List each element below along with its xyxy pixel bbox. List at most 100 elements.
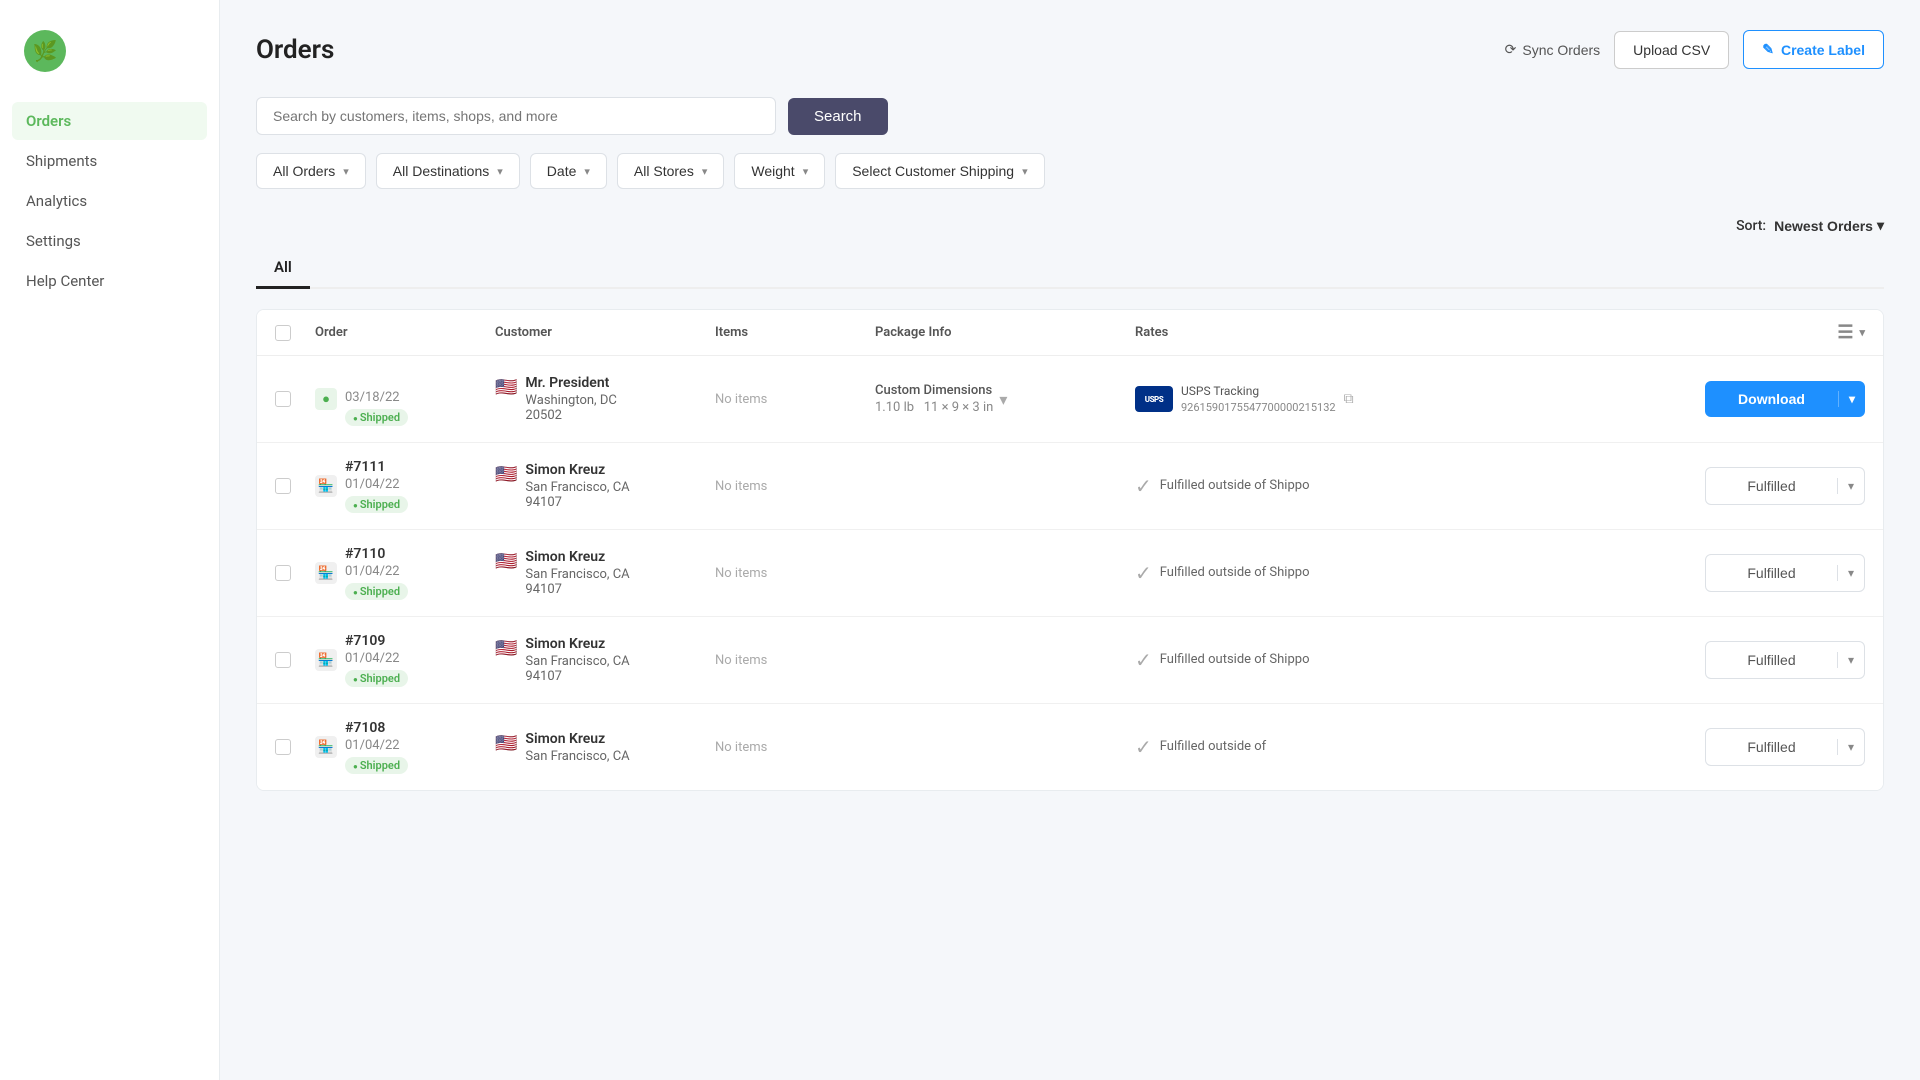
fulfilled-button[interactable]: Fulfilled ▾ xyxy=(1705,641,1865,679)
customer-address: Washington, DC 20502 xyxy=(525,393,616,423)
download-button[interactable]: Download ▾ xyxy=(1705,381,1865,417)
fulfilled-outside-icon: ✓ xyxy=(1135,648,1152,672)
store-icon: 🏪 xyxy=(315,649,337,671)
customer-name: Mr. President xyxy=(525,375,616,391)
row-checkbox[interactable] xyxy=(275,391,315,407)
order-date: 01/04/22 xyxy=(345,738,408,753)
chevron-down-icon: ▾ xyxy=(497,165,503,178)
all-stores-filter[interactable]: All Stores ▾ xyxy=(617,153,724,189)
rates-cell: ✓ Fulfilled outside of Shippo xyxy=(1135,648,1645,672)
sidebar-item-analytics[interactable]: Analytics xyxy=(12,182,207,220)
search-input[interactable] xyxy=(256,97,776,135)
table-header-row: Order Customer Items Package Info Rates … xyxy=(257,310,1883,356)
chevron-down-icon: ▾ xyxy=(1022,165,1028,178)
chevron-down-icon: ▾ xyxy=(1837,478,1864,494)
row-checkbox[interactable] xyxy=(275,652,315,668)
chevron-down-icon: ▾ xyxy=(584,165,590,178)
flag-icon: 🇺🇸 xyxy=(495,638,517,659)
expand-icon[interactable]: ▾ xyxy=(999,390,1007,409)
table-row: 🏪 #7111 01/04/22 Shipped 🇺🇸 Simon Kreuz … xyxy=(257,443,1883,530)
sidebar: 🌿 Orders Shipments Analytics Settings He… xyxy=(0,0,220,1080)
customer-cell: 🇺🇸 Simon Kreuz San Francisco, CA 94107 xyxy=(495,549,715,597)
sidebar-item-shipments[interactable]: Shipments xyxy=(12,142,207,180)
order-number: #7110 xyxy=(345,546,408,562)
columns-menu-icon[interactable]: ☰ xyxy=(1837,322,1853,343)
sidebar-nav: Orders Shipments Analytics Settings Help… xyxy=(0,102,219,300)
customer-address: San Francisco, CA 94107 xyxy=(525,654,629,684)
fulfilled-outside-icon: ✓ xyxy=(1135,474,1152,498)
order-cell: 🏪 #7108 01/04/22 Shipped xyxy=(315,720,495,774)
main-content: Orders ⟳ Sync Orders Upload CSV ✎ Create… xyxy=(220,0,1920,1080)
all-destinations-filter[interactable]: All Destinations ▾ xyxy=(376,153,520,189)
chevron-down-icon: ▾ xyxy=(1859,326,1865,339)
rates-cell: ✓ Fulfilled outside of Shippo xyxy=(1135,474,1645,498)
store-icon: 🏪 xyxy=(315,475,337,497)
filter-bar: All Orders ▾ All Destinations ▾ Date ▾ A… xyxy=(256,153,1884,189)
items-cell: No items xyxy=(715,479,875,494)
order-cell: 🏪 #7111 01/04/22 Shipped xyxy=(315,459,495,513)
search-bar: Search xyxy=(256,97,1884,135)
customer-shipping-filter[interactable]: Select Customer Shipping ▾ xyxy=(835,153,1044,189)
row-checkbox[interactable] xyxy=(275,478,315,494)
order-col-header: Order xyxy=(315,325,495,340)
order-date: 03/18/22 xyxy=(345,390,408,405)
chevron-down-icon: ▾ xyxy=(1877,217,1884,234)
fulfilled-text: Fulfilled outside of Shippo xyxy=(1160,651,1310,669)
package-info-col-header: Package Info xyxy=(875,325,1135,340)
fulfilled-button[interactable]: Fulfilled ▾ xyxy=(1705,728,1865,766)
status-badge: Shipped xyxy=(345,670,408,687)
status-badge: Shipped xyxy=(345,583,408,600)
copy-icon[interactable]: ⧉ xyxy=(1344,391,1354,407)
customer-cell: 🇺🇸 Mr. President Washington, DC 20502 xyxy=(495,375,715,423)
table-actions-header: ☰ ▾ xyxy=(1645,322,1865,343)
status-badge: Shipped xyxy=(345,496,408,513)
customer-name: Simon Kreuz xyxy=(525,462,629,478)
row-checkbox[interactable] xyxy=(275,565,315,581)
order-cell: 🏪 #7109 01/04/22 Shipped xyxy=(315,633,495,687)
row-checkbox[interactable] xyxy=(275,739,315,755)
sidebar-item-settings[interactable]: Settings xyxy=(12,222,207,260)
status-badge: Shipped xyxy=(345,409,408,426)
create-label-icon: ✎ xyxy=(1762,41,1774,58)
order-cell: ● 03/18/22 Shipped xyxy=(315,372,495,426)
order-date: 01/04/22 xyxy=(345,477,408,492)
items-cell: No items xyxy=(715,566,875,581)
order-cell: 🏪 #7110 01/04/22 Shipped xyxy=(315,546,495,600)
date-filter[interactable]: Date ▾ xyxy=(530,153,607,189)
items-cell: No items xyxy=(715,653,875,668)
chevron-down-icon: ▾ xyxy=(803,165,809,178)
sidebar-item-orders[interactable]: Orders xyxy=(12,102,207,140)
order-number: #7108 xyxy=(345,720,408,736)
upload-csv-button[interactable]: Upload CSV xyxy=(1614,31,1729,69)
search-button[interactable]: Search xyxy=(788,98,888,135)
package-cell: Custom Dimensions 1.10 lb 11 × 9 × 3 in … xyxy=(875,383,1135,415)
customer-address: San Francisco, CA 94107 xyxy=(525,480,629,510)
flag-icon: 🇺🇸 xyxy=(495,464,517,485)
create-label-button[interactable]: ✎ Create Label xyxy=(1743,30,1884,69)
table-row: 🏪 #7109 01/04/22 Shipped 🇺🇸 Simon Kreuz … xyxy=(257,617,1883,704)
sort-select[interactable]: Newest Orders ▾ xyxy=(1774,217,1884,234)
rates-cell: USPS USPS Tracking 926159017554770000021… xyxy=(1135,383,1645,415)
flag-icon: 🇺🇸 xyxy=(495,733,517,754)
customer-col-header: Customer xyxy=(495,325,715,340)
status-badge: Shipped xyxy=(345,757,408,774)
tab-all[interactable]: All xyxy=(256,248,310,289)
sync-orders-button[interactable]: ⟳ Sync Orders xyxy=(1505,41,1601,58)
flag-icon: 🇺🇸 xyxy=(495,377,517,398)
tabs: All xyxy=(256,248,1884,289)
sidebar-item-help-center[interactable]: Help Center xyxy=(12,262,207,300)
fulfilled-button[interactable]: Fulfilled ▾ xyxy=(1705,467,1865,505)
header-actions: ⟳ Sync Orders Upload CSV ✎ Create Label xyxy=(1505,30,1884,69)
items-cell: No items xyxy=(715,392,875,407)
chevron-down-icon: ▾ xyxy=(702,165,708,178)
fulfilled-button[interactable]: Fulfilled ▾ xyxy=(1705,554,1865,592)
table-row: 🏪 #7110 01/04/22 Shipped 🇺🇸 Simon Kreuz … xyxy=(257,530,1883,617)
fulfilled-outside-icon: ✓ xyxy=(1135,735,1152,759)
store-icon: ● xyxy=(315,388,337,410)
order-date: 01/04/22 xyxy=(345,564,408,579)
select-all-checkbox[interactable] xyxy=(275,325,315,341)
items-col-header: Items xyxy=(715,325,875,340)
all-orders-filter[interactable]: All Orders ▾ xyxy=(256,153,366,189)
weight-filter[interactable]: Weight ▾ xyxy=(734,153,825,189)
rates-col-header: Rates xyxy=(1135,325,1645,340)
